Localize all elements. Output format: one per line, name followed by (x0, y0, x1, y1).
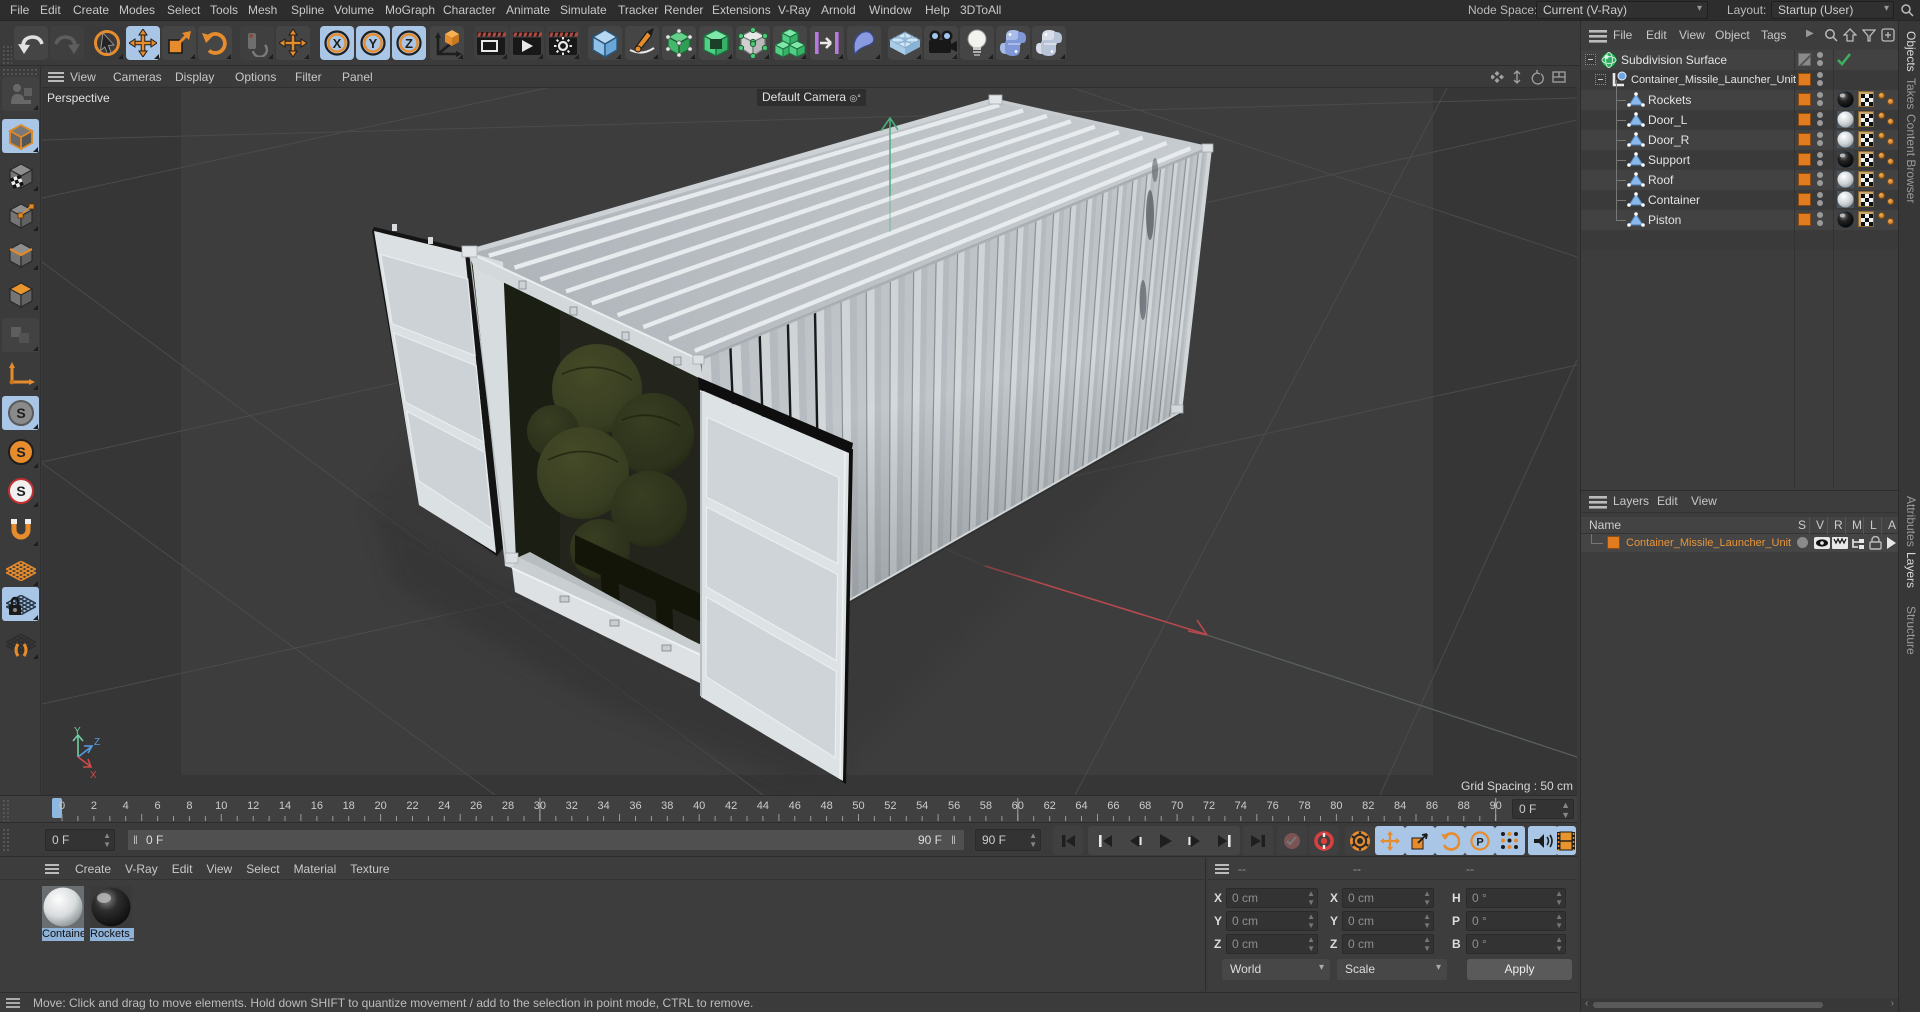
svg-text:66: 66 (1107, 800, 1119, 812)
svg-text:64: 64 (1075, 800, 1087, 812)
svg-text:20: 20 (374, 800, 386, 812)
svg-text:2: 2 (91, 800, 97, 812)
svg-text:Z: Z (405, 36, 413, 51)
svg-text:Y: Y (369, 36, 378, 51)
svg-text:76: 76 (1267, 800, 1279, 812)
svg-text:26: 26 (470, 800, 482, 812)
svg-text:24: 24 (438, 800, 450, 812)
svg-text:36: 36 (629, 800, 641, 812)
svg-text:52: 52 (884, 800, 896, 812)
svg-text:14: 14 (279, 800, 291, 812)
svg-text:74: 74 (1235, 800, 1247, 812)
svg-text:S: S (16, 483, 25, 499)
svg-text:8: 8 (186, 800, 192, 812)
svg-text:16: 16 (311, 800, 323, 812)
svg-text:X: X (90, 770, 97, 781)
svg-text:50: 50 (852, 800, 864, 812)
svg-text:78: 78 (1298, 800, 1310, 812)
svg-text:Y: Y (74, 726, 81, 737)
svg-text:58: 58 (980, 800, 992, 812)
svg-text:88: 88 (1458, 800, 1470, 812)
svg-text:18: 18 (343, 800, 355, 812)
svg-text:46: 46 (789, 800, 801, 812)
svg-text:62: 62 (1044, 800, 1056, 812)
svg-text:68: 68 (1139, 800, 1151, 812)
svg-text:70: 70 (1171, 800, 1183, 812)
svg-text:34: 34 (597, 800, 609, 812)
svg-text:48: 48 (820, 800, 832, 812)
svg-text:42: 42 (725, 800, 737, 812)
svg-text:40: 40 (693, 800, 705, 812)
svg-text:10: 10 (215, 800, 227, 812)
svg-text:X: X (333, 36, 342, 51)
svg-text:S: S (16, 405, 25, 421)
svg-text:S: S (16, 444, 25, 460)
svg-text:Z: Z (94, 737, 100, 748)
svg-text:56: 56 (948, 800, 960, 812)
svg-text:6: 6 (155, 800, 161, 812)
svg-text:80: 80 (1330, 800, 1342, 812)
svg-text:22: 22 (406, 800, 418, 812)
svg-text:84: 84 (1394, 800, 1406, 812)
svg-text:28: 28 (502, 800, 514, 812)
svg-text:4: 4 (123, 800, 129, 812)
svg-text:72: 72 (1203, 800, 1215, 812)
svg-text:P: P (1476, 836, 1483, 848)
svg-text:32: 32 (566, 800, 578, 812)
svg-text:54: 54 (916, 800, 928, 812)
svg-text:38: 38 (661, 800, 673, 812)
svg-text:0: 0 (59, 800, 65, 812)
svg-text:82: 82 (1362, 800, 1374, 812)
svg-text:12: 12 (247, 800, 259, 812)
svg-text:86: 86 (1426, 800, 1438, 812)
svg-text:44: 44 (757, 800, 769, 812)
